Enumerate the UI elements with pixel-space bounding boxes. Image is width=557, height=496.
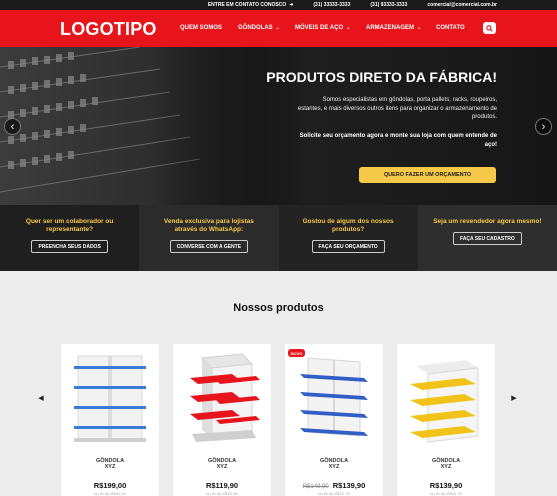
product-installments: ou 6x de R$22,70 [430,491,462,496]
product-installments: ou 6x de R$40,00 [94,491,126,496]
product-installments: ou 6x de R$22,50 [206,491,238,496]
gondola-image [74,355,146,442]
chevron-down-icon: ⌄ [275,25,280,31]
strip-cell-whatsapp: Venda exclusiva para lojistas através do… [139,205,279,271]
chevron-right-icon: ▶ [511,395,517,402]
nav-armazenagem[interactable]: ARMAZENAGEM ⌄ [366,25,421,31]
search-button[interactable] [483,22,496,34]
fill-data-button[interactable]: PREENCHA SEUS DADOS [31,240,108,253]
chevron-down-icon: ⌄ [346,25,351,31]
strip-cell-collaborator: Quer ser um colaborador ou representante… [0,205,140,271]
nav-moveis-de-aco[interactable]: MÓVEIS DE AÇO ⌄ [295,25,350,31]
nav-quem-somos[interactable]: QUEM SOMOS [180,25,222,31]
nav-contato[interactable]: CONTATO [436,25,465,31]
info-strip: Quer ser um colaborador ou representante… [0,205,557,271]
product-card[interactable]: GÔNDOLA XYZ R$139,90 ou 6x de R$22,70 [397,344,495,496]
product-card[interactable]: NOVO GÔNDOLA XYZ R$149,90 R$139,90 ou 6x d… [285,344,383,496]
product-name: GÔNDOLA XYZ [207,458,237,470]
product-price: R$149,90 R$139,90 [302,481,366,490]
search-icon [486,24,493,32]
products-prev-arrow[interactable]: ◀ [36,393,46,403]
main-header: LOGOTIPO QUEM SOMOS GÔNDOLAS ⌄ MÓVEIS DE … [0,10,557,47]
nav-label: CONTATO [436,25,465,31]
product-name: GÔNDOLA XYZ [95,458,125,470]
product-price: R$139,90 [429,481,463,490]
strip-text: Venda exclusiva para lojistas através do… [163,218,254,233]
hero-next-arrow[interactable]: › [535,118,552,135]
email-link[interactable]: comercial@comercial.com.br [427,2,497,8]
product-price: R$119,90 [205,481,239,490]
request-quote-button[interactable]: QUERO FAZER UM ORÇAMENTO [359,167,496,183]
nav-gondolas[interactable]: GÔNDOLAS ⌄ [238,25,280,31]
chevron-right-icon: › [541,120,546,133]
chevron-left-icon: ‹ [10,120,15,133]
gondola-image [300,357,368,437]
hero-background-image [0,47,300,205]
contact-link[interactable]: ENTRE EM CONTATO CONOSCO ➜ [208,2,294,8]
nav-label: ARMAZENAGEM [366,25,414,31]
product-card[interactable]: GÔNDOLA XYZ R$199,00 ou 6x de R$40,00 [61,344,159,496]
nav-label: QUEM SOMOS [180,25,223,31]
product-image[interactable] [61,344,159,452]
hero-description: Somos especialistas em gôndolas, porta p… [297,97,497,120]
old-price: R$149,90 [302,484,329,490]
product-name: GÔNDOLA XYZ [431,458,461,470]
register-button[interactable]: FAÇA SEU CADASTRO [452,232,522,245]
strip-cell-quote: Gostou de algum dos nossos produtos? FAÇ… [278,205,418,271]
phone-1[interactable]: (31) 33333-3333 [313,2,350,8]
chevron-down-icon: ⌄ [417,25,422,31]
chevron-left-icon: ◀ [38,395,44,402]
products-section-title: Nossos produtos [233,302,324,314]
phone-2[interactable]: (31) 93333-3333 [370,2,407,8]
product-image[interactable] [397,344,495,452]
nav-label: GÔNDOLAS [238,25,273,31]
product-card[interactable]: GÔNDOLA XYZ R$119,90 ou 6x de R$22,50 [173,344,271,496]
strip-cell-reseller: Seja um revendedor agora mesmo! FAÇA SEU… [417,205,557,271]
product-installments: ou 6x de R$22,70 [318,491,350,496]
products-next-arrow[interactable]: ▶ [509,393,519,403]
hero-callout: Solicite seu orçamento agora e monte sua… [299,133,497,148]
product-image[interactable] [285,344,383,452]
product-image[interactable] [173,344,271,452]
contact-label: ENTRE EM CONTATO CONOSCO [207,2,287,8]
nav-label: MÓVEIS DE AÇO [295,25,344,31]
top-bar: ENTRE EM CONTATO CONOSCO ➜ (31) 33333-33… [0,0,557,10]
product-name: GÔNDOLA XYZ [319,458,349,470]
strip-text: Quer ser um colaborador ou representante… [25,218,114,233]
hero-prev-arrow[interactable]: ‹ [4,118,21,135]
strip-text: Seja um revendedor agora mesmo! [433,218,542,225]
arrow-right-icon: ➜ [289,2,294,8]
quote-button[interactable]: FAÇA SEU ORÇAMENTO [311,240,385,253]
gondola-image [410,360,479,443]
gondola-image [190,353,260,442]
product-price: R$199,00 [93,481,127,490]
logo[interactable]: LOGOTIPO [60,19,157,40]
hero-title: PRODUTOS DIRETO DA FÁBRICA! [266,69,497,85]
whatsapp-button[interactable]: CONVERSE COM A GENTE [169,240,249,253]
strip-text: Gostou de algum dos nossos produtos? [302,218,394,233]
